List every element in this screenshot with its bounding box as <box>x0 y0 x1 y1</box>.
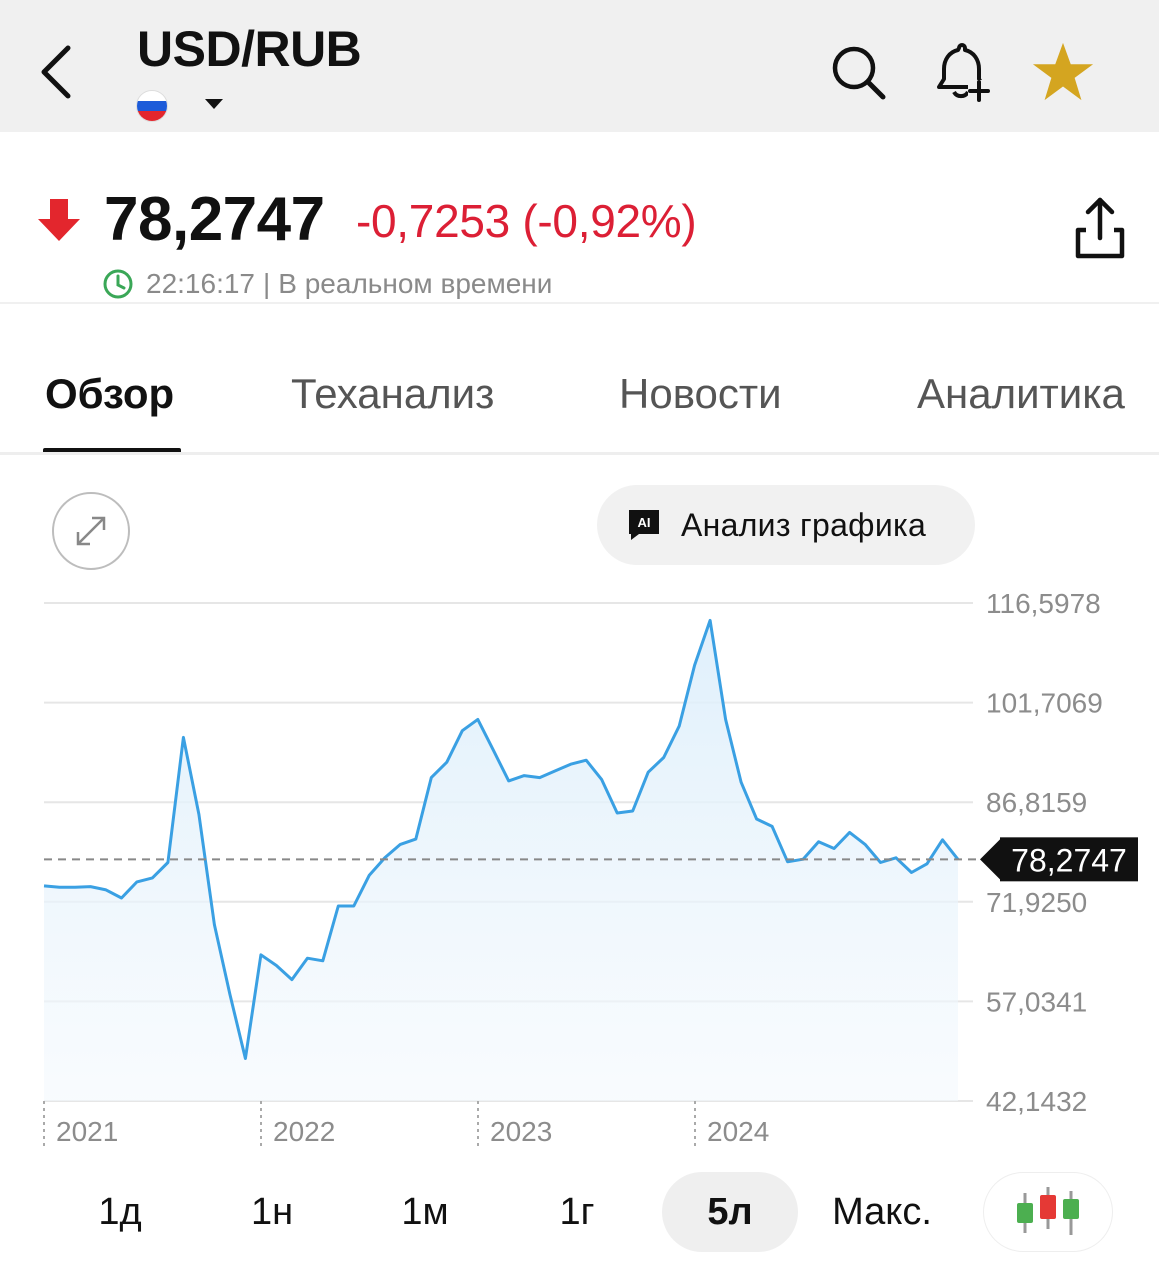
section-tabs: Обзор Теханализ Новости Аналитика <box>0 370 1159 456</box>
fullscreen-button[interactable] <box>52 492 130 570</box>
period-1d[interactable]: 1д <box>70 1172 170 1252</box>
y-tick-label: 42,1432 <box>986 1086 1087 1117</box>
tab-technical[interactable]: Теханализ <box>291 370 494 418</box>
current-price-label: 78,2747 <box>1011 842 1127 878</box>
period-1m[interactable]: 1м <box>375 1172 475 1252</box>
favorite-button[interactable] <box>1031 40 1095 104</box>
candlestick-icon <box>1017 1187 1079 1235</box>
y-tick-label: 71,9250 <box>986 887 1087 918</box>
quote-row: 78,2747 -0,7253 (-0,92%) <box>0 180 1159 260</box>
bell-plus-icon <box>937 43 990 102</box>
chart-type-button[interactable] <box>983 1172 1113 1252</box>
realtime-status: 22:16:17 | В реальном времени <box>102 266 552 302</box>
search-button[interactable] <box>826 40 890 104</box>
price-change: -0,7253 (-0,92%) <box>356 195 697 247</box>
tab-news[interactable]: Новости <box>619 370 782 418</box>
ai-chat-icon: AI <box>629 510 659 540</box>
russia-flag-icon <box>136 90 168 122</box>
share-icon <box>1075 197 1125 259</box>
y-tick-label: 57,0341 <box>986 986 1087 1017</box>
y-tick-label: 101,7069 <box>986 688 1103 719</box>
period-5y[interactable]: 5л <box>662 1172 798 1252</box>
clock-icon <box>103 269 133 299</box>
top-bar: USD/RUB <box>0 0 1159 132</box>
ai-chart-analysis-button[interactable]: AI Анализ графика <box>597 485 975 565</box>
y-tick-label: 116,5978 <box>986 588 1101 619</box>
ai-button-label: Анализ графика <box>681 506 927 543</box>
ai-badge-text: AI <box>638 515 651 530</box>
tabs-divider <box>0 452 1159 455</box>
x-tick-label: 2022 <box>273 1116 335 1147</box>
realtime-label: В реальном времени <box>278 268 553 299</box>
y-tick-label: 86,8159 <box>986 787 1087 818</box>
current-price: 78,2747 <box>104 185 325 254</box>
tab-overview[interactable]: Обзор <box>45 370 174 418</box>
add-alert-button[interactable] <box>928 40 992 104</box>
period-selector: 1д 1н 1м 1г 5л Макс. <box>0 1172 1159 1256</box>
instrument-title: USD/RUB <box>137 21 362 77</box>
period-max[interactable]: Макс. <box>822 1172 942 1252</box>
expand-icon <box>76 516 106 546</box>
period-1y[interactable]: 1г <box>527 1172 627 1252</box>
divider <box>0 302 1159 304</box>
back-chevron-icon <box>41 45 71 99</box>
star-icon <box>1032 42 1094 101</box>
quote-time: 22:16:17 <box>146 268 255 299</box>
tab-analytics[interactable]: Аналитика <box>917 370 1125 418</box>
x-tick-label: 2024 <box>707 1116 769 1147</box>
time-separator: | <box>263 268 271 299</box>
back-button[interactable] <box>28 40 84 104</box>
series-area <box>44 620 958 1101</box>
chevron-down-icon[interactable] <box>203 96 225 112</box>
period-1w[interactable]: 1н <box>222 1172 322 1252</box>
current-price-pointer <box>980 839 1000 880</box>
price-chart[interactable]: 116,5978 101,7069 86,8159 71,9250 57,0341 42,… <box>0 580 1159 1160</box>
x-tick-label: 2021 <box>56 1116 118 1147</box>
x-tick-label: 2023 <box>490 1116 552 1147</box>
arrow-down-icon <box>38 199 80 241</box>
search-icon <box>832 46 886 100</box>
share-button[interactable] <box>1070 194 1130 260</box>
